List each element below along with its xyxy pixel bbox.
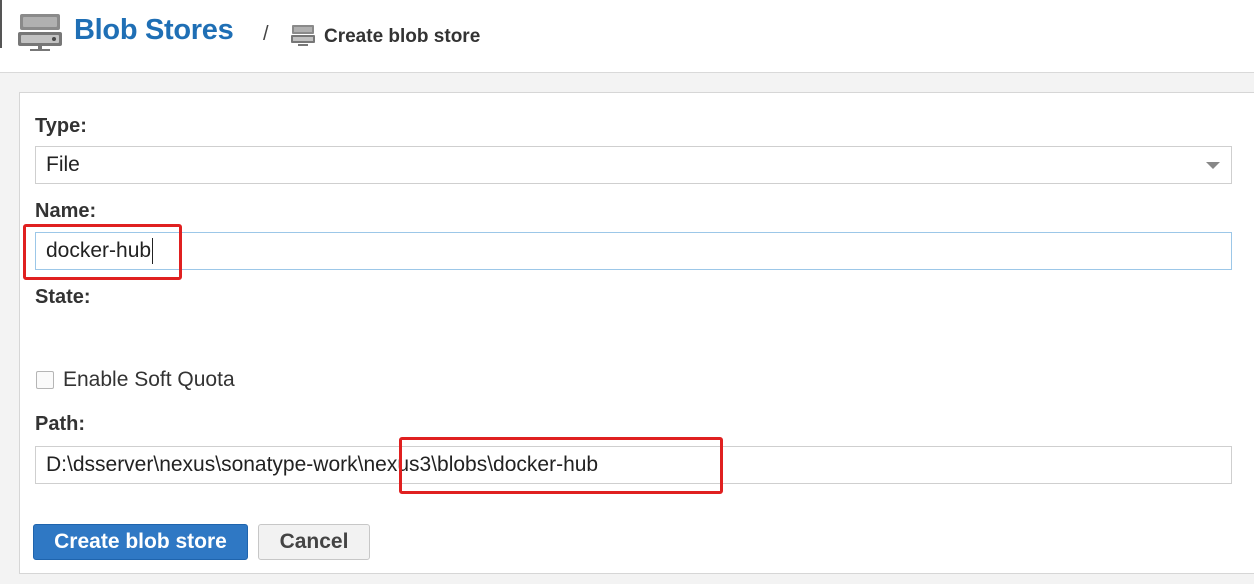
highlight-box-name: [23, 224, 182, 280]
highlight-box-path: [399, 437, 723, 494]
type-select-value: File: [46, 153, 80, 176]
soft-quota-label[interactable]: Enable Soft Quota: [63, 368, 235, 392]
header-edge: [0, 0, 2, 48]
type-label: Type:: [35, 115, 87, 137]
state-label: State:: [35, 286, 91, 308]
path-label: Path:: [35, 413, 85, 435]
page-header: Blob Stores / Create blob store: [0, 0, 1254, 73]
server-storage-icon: [18, 14, 62, 51]
cancel-button[interactable]: Cancel: [258, 524, 370, 560]
type-select[interactable]: File: [35, 146, 1232, 184]
name-input[interactable]: docker-hub: [35, 232, 1232, 270]
server-storage-small-icon: [291, 25, 315, 46]
create-blob-store-button[interactable]: Create blob store: [33, 524, 248, 560]
breadcrumb-current: Create blob store: [324, 26, 481, 47]
breadcrumb-separator: /: [263, 23, 269, 45]
name-label: Name:: [35, 200, 97, 222]
soft-quota-checkbox[interactable]: [36, 371, 54, 389]
dropdown-arrow-icon[interactable]: [1206, 162, 1220, 169]
page-title[interactable]: Blob Stores: [74, 14, 234, 47]
